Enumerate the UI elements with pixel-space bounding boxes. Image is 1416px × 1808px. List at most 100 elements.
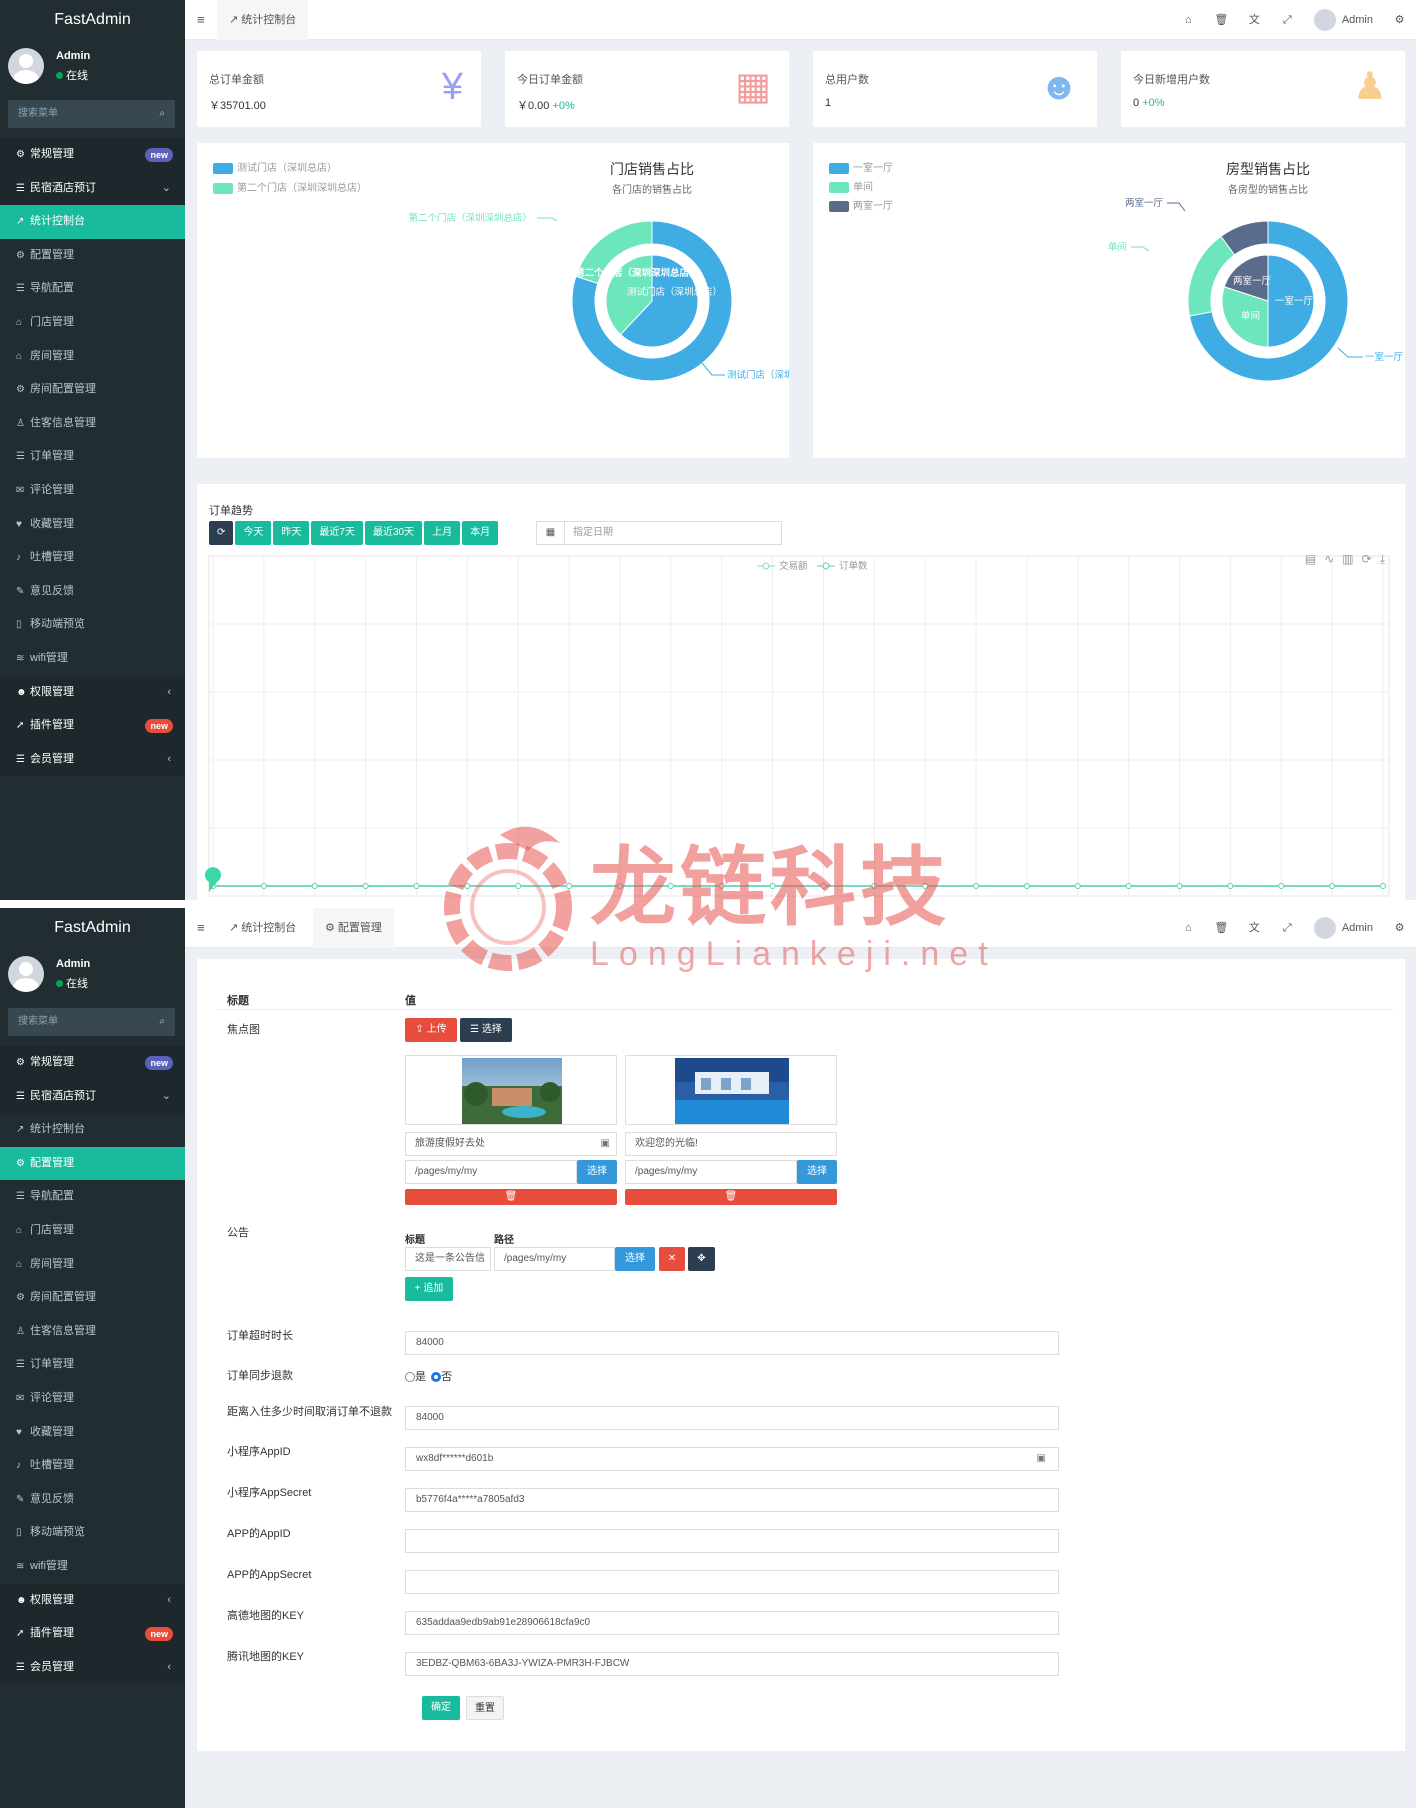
legend-label[interactable]: 订单数	[839, 560, 868, 572]
data-point[interactable]	[311, 883, 318, 889]
home-icon[interactable]: ⌂	[1172, 908, 1205, 948]
cancel-no-refund-input[interactable]: 84000	[405, 1406, 1059, 1430]
language-icon[interactable]: 文	[1238, 0, 1271, 40]
trash-icon[interactable]: 🗑	[1205, 908, 1238, 948]
sidebar-item[interactable]: ♥ 收藏管理	[0, 507, 185, 542]
menu-toggle-icon[interactable]: ≡	[197, 908, 205, 948]
data-point[interactable]	[1074, 883, 1081, 889]
data-point[interactable]	[566, 883, 573, 889]
legend-marker[interactable]	[762, 562, 770, 570]
data-point[interactable]	[1278, 883, 1285, 889]
slide-path-input[interactable]: /pages/my/my	[405, 1160, 577, 1184]
sidebar-item[interactable]: ☰ 会员管理 ‹	[0, 742, 185, 777]
logo[interactable]: FastAdmin	[0, 0, 185, 40]
sidebar-item[interactable]: ↗ 统计控制台	[0, 205, 185, 239]
sidebar-item[interactable]: ⚙ 常规管理 new	[0, 1046, 185, 1080]
search-icon[interactable]: ⌕	[159, 100, 165, 128]
slide-path-choose-button[interactable]: 选择	[577, 1160, 617, 1184]
notice-drag-button[interactable]: ✥	[688, 1247, 715, 1271]
tab-dashboard[interactable]: ↗ 统计控制台	[217, 0, 309, 40]
tab-config[interactable]: ⚙ 配置管理	[313, 908, 394, 948]
fullscreen-icon[interactable]: ⤢	[1271, 908, 1304, 948]
menu-toggle-icon[interactable]: ≡	[197, 0, 205, 40]
sidebar-item[interactable]: ⌂ 门店管理	[0, 1213, 185, 1248]
sidebar-item[interactable]: ☰ 民宿酒店预订 ⌄	[0, 171, 185, 206]
data-point[interactable]	[515, 883, 522, 889]
mini-appsecret-input[interactable]: b5776f4a*****a7805afd3	[405, 1488, 1059, 1512]
fullscreen-icon[interactable]: ⤢	[1271, 0, 1304, 40]
reset-button[interactable]: 重置	[466, 1696, 504, 1720]
radio-no[interactable]	[431, 1372, 442, 1383]
data-point[interactable]	[362, 883, 369, 889]
sidebar-item[interactable]: ≋ wifi管理	[0, 641, 185, 676]
sidebar-item[interactable]: ⚙ 配置管理	[0, 238, 185, 273]
slide-delete-button[interactable]: 🗑	[405, 1189, 617, 1205]
data-point[interactable]	[1023, 883, 1030, 889]
legend-marker[interactable]	[822, 562, 830, 570]
sidebar-item[interactable]: ⚙ 常规管理 new	[0, 138, 185, 172]
data-point[interactable]	[1125, 883, 1132, 889]
sidebar-item[interactable]: ➚ 插件管理 new	[0, 709, 185, 743]
search-icon[interactable]: ⌕	[159, 1008, 165, 1036]
app-appid-input[interactable]	[405, 1529, 1059, 1553]
logo[interactable]: FastAdmin	[0, 908, 185, 948]
data-point[interactable]	[769, 883, 776, 889]
sidebar-item[interactable]: ☰ 导航配置	[0, 272, 185, 306]
mini-appid-input[interactable]: wx8df******d601b ▣	[405, 1447, 1059, 1471]
sidebar-item[interactable]: ♪ 吐槽管理	[0, 1449, 185, 1483]
data-point[interactable]	[718, 883, 725, 889]
bar-switch-icon[interactable]: ▥	[1342, 552, 1361, 566]
user-menu[interactable]: Admin	[1304, 908, 1383, 948]
sidebar-item[interactable]: ➚ 插件管理 new	[0, 1617, 185, 1651]
sidebar-item[interactable]: ♙ 住客信息管理	[0, 406, 185, 441]
sidebar-item[interactable]: ♥ 收藏管理	[0, 1415, 185, 1450]
data-point[interactable]	[616, 883, 623, 889]
menu-search-input[interactable]: 搜索菜单 ⌕	[8, 100, 175, 128]
sidebar-item[interactable]: ♪ 吐槽管理	[0, 541, 185, 575]
notice-path-choose-button[interactable]: 选择	[615, 1247, 655, 1271]
data-point[interactable]	[1329, 883, 1336, 889]
data-point[interactable]	[973, 883, 980, 889]
data-point[interactable]	[1227, 883, 1234, 889]
language-icon[interactable]: 文	[1238, 908, 1271, 948]
sidebar-item[interactable]: ☰ 会员管理 ‹	[0, 1650, 185, 1685]
notice-path-input[interactable]: /pages/my/my	[494, 1247, 615, 1271]
submit-button[interactable]: 确定	[422, 1696, 460, 1720]
trash-icon[interactable]: 🗑	[1205, 0, 1238, 40]
sidebar-item[interactable]: ☰ 民宿酒店预订 ⌄	[0, 1079, 185, 1114]
slide-path-choose-button[interactable]: 选择	[797, 1160, 837, 1184]
data-point[interactable]	[260, 883, 267, 889]
sidebar-item[interactable]: ⌂ 门店管理	[0, 305, 185, 340]
sidebar-item[interactable]: ≋ wifi管理	[0, 1549, 185, 1584]
sidebar-item[interactable]: ⌂ 房间管理	[0, 1247, 185, 1282]
notice-title-input[interactable]: 这是一条公告信	[405, 1247, 491, 1271]
sidebar-item[interactable]: ⚙ 房间配置管理	[0, 1281, 185, 1315]
choose-image-button[interactable]: ☰ 选择	[460, 1018, 512, 1042]
data-point[interactable]	[667, 883, 674, 889]
restore-icon[interactable]: ⟳	[1362, 552, 1380, 566]
sidebar-item[interactable]: ⌂ 房间管理	[0, 339, 185, 374]
cogs-icon[interactable]: ⚙	[1383, 908, 1416, 948]
slide-title-input[interactable]: 旅游度假好去处 ▣	[405, 1132, 617, 1156]
legend-label[interactable]: 交易额	[779, 560, 808, 572]
notice-add-button[interactable]: + 追加	[405, 1277, 453, 1301]
data-point[interactable]	[1380, 883, 1386, 889]
home-icon[interactable]: ⌂	[1172, 0, 1205, 40]
data-point[interactable]	[922, 883, 929, 889]
user-menu[interactable]: Admin	[1304, 0, 1383, 40]
line-switch-icon[interactable]: ∿	[1324, 552, 1342, 566]
sidebar-item[interactable]: ☰ 订单管理	[0, 440, 185, 474]
tab-dashboard[interactable]: ↗ 统计控制台	[217, 908, 308, 948]
notice-remove-button[interactable]: ✕	[659, 1247, 685, 1271]
sidebar-item[interactable]: ✎ 意见反馈	[0, 574, 185, 609]
radio-yes[interactable]	[405, 1372, 415, 1383]
sidebar-item[interactable]: ▯ 移动端预览	[0, 608, 185, 642]
download-icon[interactable]: ⤓	[1380, 552, 1393, 566]
sidebar-item[interactable]: ✎ 意见反馈	[0, 1482, 185, 1517]
sidebar-item[interactable]: ↗ 统计控制台	[0, 1113, 185, 1147]
tencent-map-key-input[interactable]: 3EDBZ-QBM63-6BA3J-YWIZA-PMR3H-FJBCW	[405, 1652, 1059, 1676]
sidebar-item[interactable]: ☻ 权限管理 ‹	[0, 675, 185, 710]
data-point[interactable]	[464, 883, 471, 889]
data-point[interactable]	[413, 883, 420, 889]
amap-key-input[interactable]: 635addaa9edb9ab91e28906618cfa9c0	[405, 1611, 1059, 1635]
